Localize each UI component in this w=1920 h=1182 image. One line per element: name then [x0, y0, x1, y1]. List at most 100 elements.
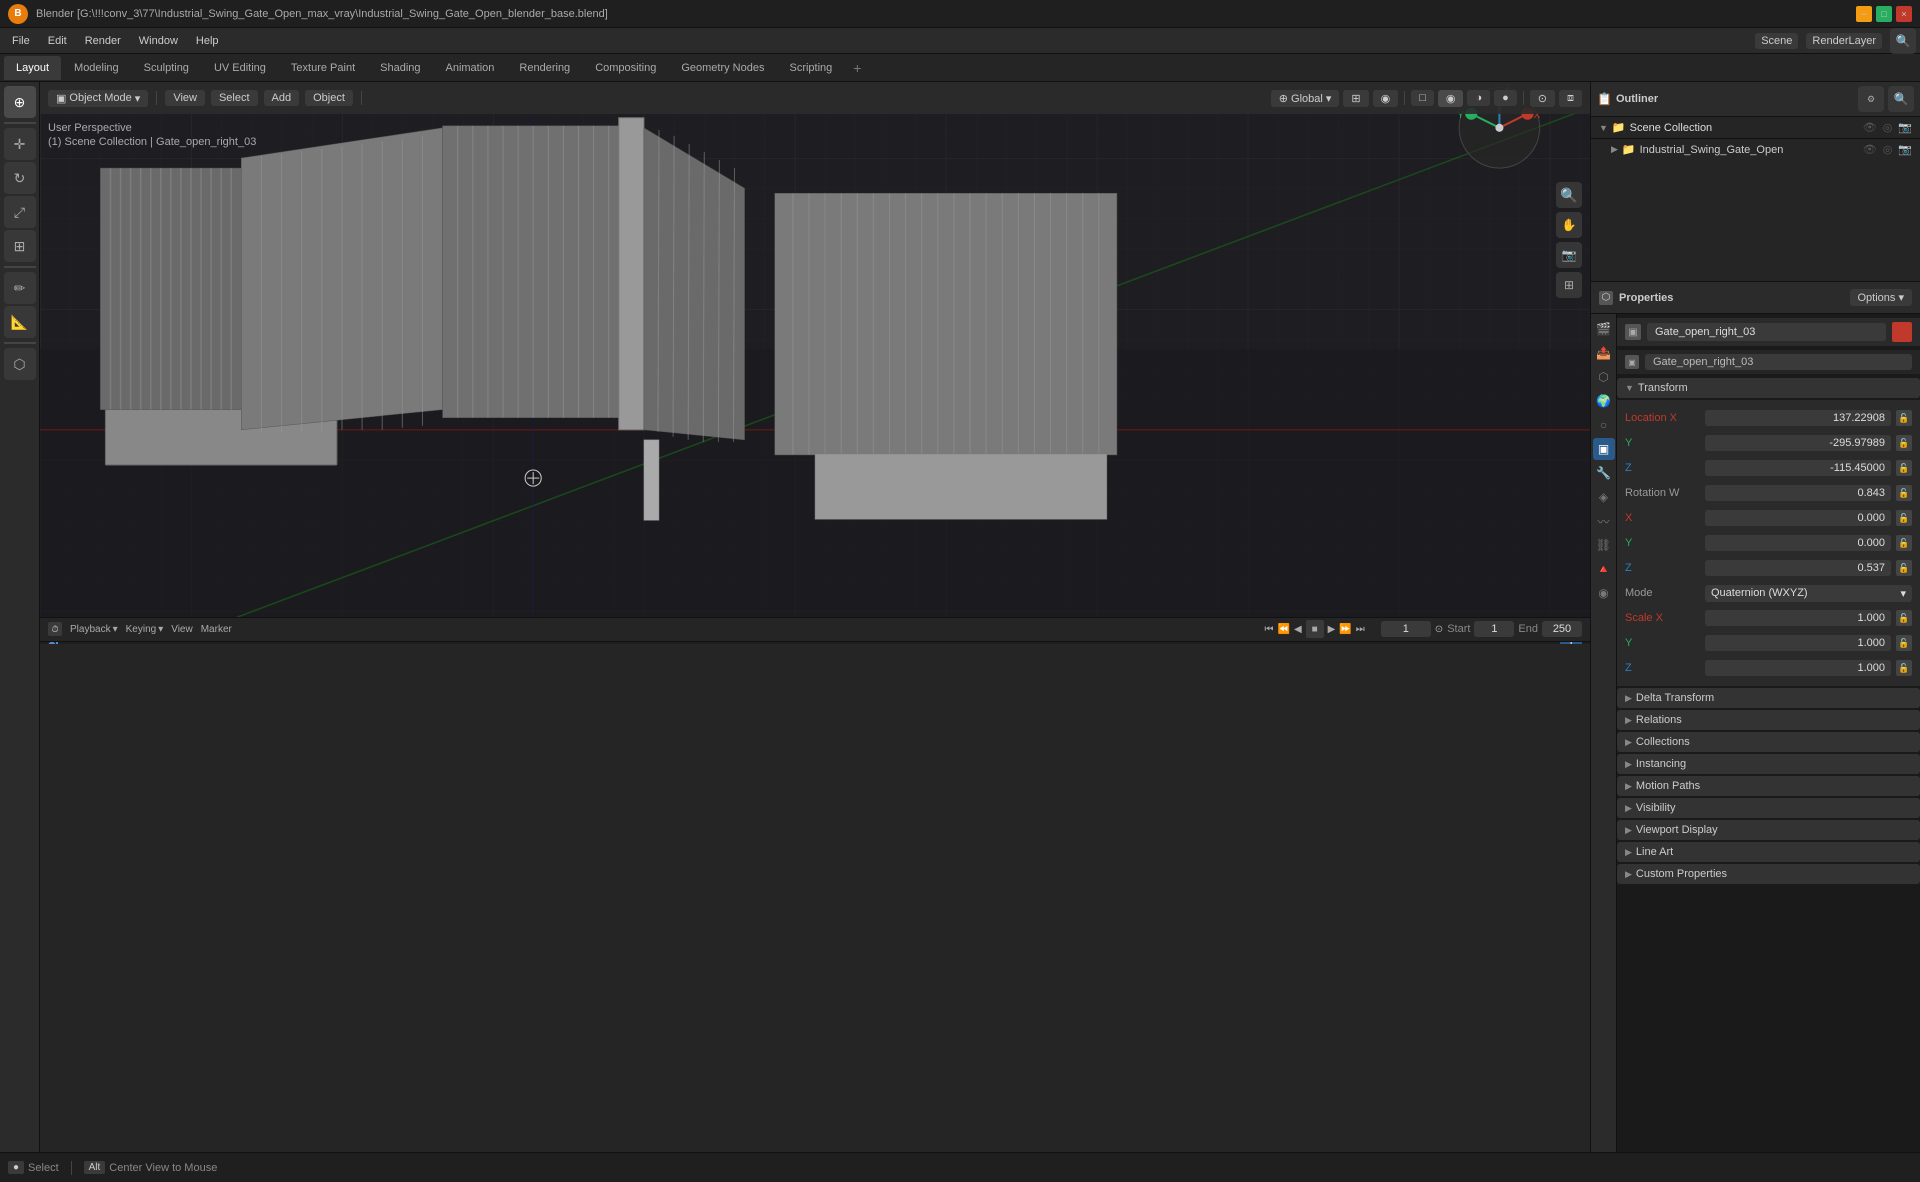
scale-y-lock[interactable]: 🔓 [1896, 635, 1912, 651]
zoom-in-button[interactable]: 🔍 [1556, 182, 1582, 208]
object-mode-button[interactable]: ▣ Object Mode ▾ [48, 90, 148, 107]
cursor-tool[interactable]: ⊕ [4, 86, 36, 118]
end-frame-input[interactable]: 250 [1542, 621, 1582, 637]
stop-button[interactable]: ■ [1306, 620, 1324, 638]
prop-tab-modifier[interactable]: 🔧 [1593, 462, 1615, 484]
rotation-x-lock[interactable]: 🔓 [1896, 510, 1912, 526]
jump-end-button[interactable]: ⏭ [1356, 624, 1365, 635]
location-y-value[interactable]: -295.97989 [1705, 435, 1891, 451]
rotation-y-value[interactable]: 0.000 [1705, 535, 1891, 551]
collection-hide-icon[interactable]: ◎ [1883, 121, 1893, 134]
prop-tab-render[interactable]: 🎬 [1593, 318, 1615, 340]
grab-button[interactable]: ✋ [1556, 212, 1582, 238]
tab-sculpting[interactable]: Sculpting [132, 56, 201, 80]
collections-section[interactable]: ▶ Collections [1617, 732, 1920, 752]
location-z-lock[interactable]: 🔓 [1896, 460, 1912, 476]
rotation-y-lock[interactable]: 🔓 [1896, 535, 1912, 551]
tab-scripting[interactable]: Scripting [777, 56, 844, 80]
location-x-value[interactable]: 137.22908 [1705, 410, 1891, 426]
measure-tool[interactable]: 📐 [4, 306, 36, 338]
object-menu-button[interactable]: Object [305, 90, 353, 106]
marker-button[interactable]: Marker [201, 624, 232, 635]
viewport-display-section[interactable]: ▶ Viewport Display [1617, 820, 1920, 840]
sub-object-name-field[interactable]: Gate_open_right_03 [1645, 354, 1912, 370]
grid-button[interactable]: ⊞ [1556, 272, 1582, 298]
timeline-type-icon[interactable]: ⏱ [48, 622, 62, 636]
xray-button[interactable]: ⧈ [1559, 90, 1582, 107]
wireframe-button[interactable]: □ [1411, 90, 1434, 106]
rotation-z-value[interactable]: 0.537 [1705, 560, 1891, 576]
tab-compositing[interactable]: Compositing [583, 56, 668, 80]
camera-button[interactable]: 📷 [1556, 242, 1582, 268]
snap-button[interactable]: ⊞ [1343, 90, 1368, 107]
instancing-section[interactable]: ▶ Instancing [1617, 754, 1920, 774]
material-preview-button[interactable]: ◑ [1467, 90, 1490, 106]
menu-file[interactable]: File [4, 33, 38, 49]
playback-button[interactable]: Playback ▾ [70, 624, 118, 635]
step-forward-button[interactable]: ⏩ [1339, 624, 1351, 635]
transform-section-header[interactable]: ▼ Transform [1617, 378, 1920, 398]
tab-rendering[interactable]: Rendering [507, 56, 582, 80]
collection-render-icon[interactable]: 📷 [1898, 121, 1912, 134]
render-layer-label[interactable]: RenderLayer [1806, 33, 1882, 49]
scale-z-value[interactable]: 1.000 [1705, 660, 1891, 676]
line-art-section[interactable]: ▶ Line Art [1617, 842, 1920, 862]
sub-render-icon[interactable]: 📷 [1898, 143, 1912, 156]
object-color-swatch[interactable] [1892, 322, 1912, 342]
rotation-mode-dropdown[interactable]: Quaternion (WXYZ) ▾ [1705, 585, 1912, 602]
close-button[interactable]: × [1896, 6, 1912, 22]
keying-button[interactable]: Keying ▾ [126, 624, 164, 635]
tab-geometry-nodes[interactable]: Geometry Nodes [669, 56, 776, 80]
select-tool[interactable] [4, 122, 36, 124]
add-menu-button[interactable]: Add [264, 90, 300, 106]
scale-z-lock[interactable]: 🔓 [1896, 660, 1912, 676]
overlay-button[interactable]: ⊙ [1530, 90, 1555, 107]
rendered-button[interactable]: ● [1494, 90, 1517, 106]
prop-tab-scene[interactable]: 🌍 [1593, 390, 1615, 412]
tab-layout[interactable]: Layout [4, 56, 61, 80]
annotate-tool[interactable]: ✏ [4, 272, 36, 304]
minimize-button[interactable]: − [1856, 6, 1872, 22]
prop-tab-constraints[interactable]: ⛓ [1593, 534, 1615, 556]
rotation-z-lock[interactable]: 🔓 [1896, 560, 1912, 576]
delta-transform-section[interactable]: ▶ Delta Transform [1617, 688, 1920, 708]
prop-tab-physics[interactable]: 〰 [1593, 510, 1615, 532]
menu-window[interactable]: Window [131, 33, 186, 49]
location-x-lock[interactable]: 🔓 [1896, 410, 1912, 426]
tab-modeling[interactable]: Modeling [62, 56, 131, 80]
scene-label[interactable]: Scene [1755, 33, 1798, 49]
object-name-field[interactable]: Gate_open_right_03 [1647, 323, 1886, 341]
prop-tab-particles[interactable]: ◈ [1593, 486, 1615, 508]
sub-view-icon[interactable]: 👁 [1863, 143, 1877, 156]
menu-edit[interactable]: Edit [40, 33, 75, 49]
start-frame-input[interactable]: 1 [1474, 621, 1514, 637]
location-z-value[interactable]: -115.45000 [1705, 460, 1891, 476]
sub-hide-icon[interactable]: ◎ [1883, 143, 1893, 156]
maximize-button[interactable]: □ [1876, 6, 1892, 22]
solid-button[interactable]: ◉ [1438, 90, 1464, 107]
prop-tab-object[interactable]: ▣ [1593, 438, 1615, 460]
menu-help[interactable]: Help [188, 33, 227, 49]
scale-x-value[interactable]: 1.000 [1705, 610, 1891, 626]
current-frame-input[interactable]: 1 [1381, 621, 1431, 637]
tab-uv-editing[interactable]: UV Editing [202, 56, 278, 80]
outliner-filter-button[interactable]: ⚙ [1858, 86, 1884, 112]
viewport-3d[interactable]: ▣ Object Mode ▾ View Select Add Object ⊕… [40, 82, 1590, 617]
reverse-play-button[interactable]: ◀ [1294, 624, 1302, 635]
visibility-section[interactable]: ▶ Visibility [1617, 798, 1920, 818]
global-space-button[interactable]: ⊕ Global ▾ [1271, 90, 1340, 107]
add-tool[interactable]: ⬡ [4, 348, 36, 380]
menu-render[interactable]: Render [77, 33, 129, 49]
rotation-x-value[interactable]: 0.000 [1705, 510, 1891, 526]
tab-texture-paint[interactable]: Texture Paint [279, 56, 367, 80]
add-workspace-button[interactable]: + [845, 56, 869, 80]
outliner-search-button[interactable]: 🔍 [1888, 86, 1914, 112]
sub-collection-name[interactable]: Industrial_Swing_Gate_Open [1640, 144, 1784, 156]
jump-start-button[interactable]: ⏮ [1264, 624, 1273, 635]
motion-paths-section[interactable]: ▶ Motion Paths [1617, 776, 1920, 796]
rotate-tool[interactable]: ↻ [4, 162, 36, 194]
proportional-edit-button[interactable]: ◉ [1373, 90, 1399, 107]
custom-properties-section[interactable]: ▶ Custom Properties [1617, 864, 1920, 884]
play-button[interactable]: ▶ [1328, 624, 1336, 635]
options-button[interactable]: Options ▾ [1850, 289, 1913, 306]
